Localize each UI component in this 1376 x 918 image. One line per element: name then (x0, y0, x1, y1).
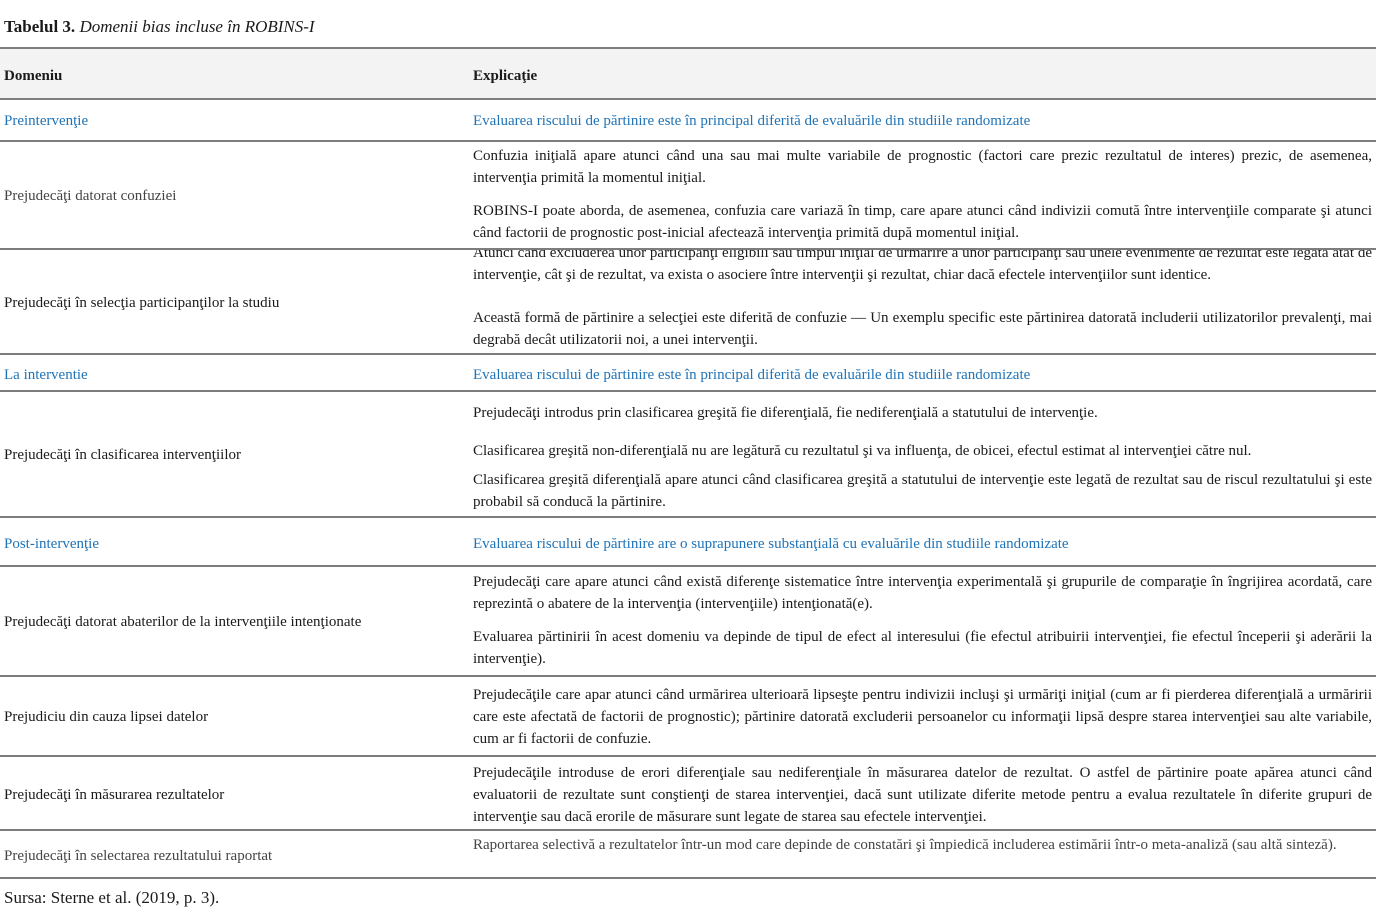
caption-label: Tabelul 3. (4, 17, 76, 36)
section-row-explanation: Evaluarea riscului de părtinire este în … (473, 367, 1031, 383)
caption-title: Domenii bias incluse în ROBINS-I (79, 17, 315, 36)
explanation-paragraph: Prejudecăţile introduse de erori diferen… (473, 765, 1372, 825)
section-row-label: Preintervenţie (4, 113, 89, 129)
explanation-paragraph: Confuzia iniţială apare atunci când una … (473, 148, 1372, 186)
row-divider (0, 516, 1376, 518)
row-divider (0, 390, 1376, 392)
domain-cell: Prejudecăţi în selectarea rezultatului r… (4, 848, 273, 864)
domain-cell: Prejudecăţi în clasificarea intervenţiil… (4, 447, 241, 463)
table-bottom-rule (0, 877, 1376, 879)
row-divider (0, 675, 1376, 677)
explanation-paragraph: Această formă de părtinire a selecţiei e… (473, 310, 1372, 348)
row-divider (0, 140, 1376, 142)
explanation-paragraph: Clasificarea greşită non-diferenţială nu… (473, 443, 1252, 459)
domain-cell: Prejudecăţi în măsurarea rezultatelor (4, 787, 225, 803)
explanation-paragraph: Prejudecăţi introdus prin clasificarea g… (473, 405, 1098, 421)
row-divider (0, 353, 1376, 355)
domain-cell: Prejudecăţi în selecţia participanţilor … (4, 295, 280, 311)
section-row-label: La interventie (4, 367, 88, 383)
explanation-paragraph: Clasificarea greşită diferenţială apare … (473, 472, 1372, 510)
explanation-paragraph: Evaluarea părtinirii în acest domeniu va… (473, 629, 1372, 667)
explanation-clipped-cell: Atunci când excluderea unor participanţi… (473, 250, 1372, 298)
explanation-paragraph: Prejudecăţile care apar atunci când urmă… (473, 687, 1372, 747)
section-row-label: Post-intervenţie (4, 536, 99, 552)
section-row-explanation: Evaluarea riscului de părtinire are o su… (473, 536, 1069, 552)
explanation-paragraph: Atunci când excluderea unor participanţi… (473, 250, 1372, 283)
domain-cell: Prejudecăţi datorat confuziei (4, 188, 177, 204)
row-divider (0, 565, 1376, 567)
column-header-domain: Domeniu (4, 68, 63, 84)
table-caption: Tabelul 3. Domenii bias incluse în ROBIN… (4, 16, 315, 38)
domain-cell: Prejudecăţi datorat abaterilor de la int… (4, 614, 362, 630)
header-bottom-rule (0, 98, 1376, 100)
row-divider (0, 755, 1376, 757)
explanation-paragraph: ROBINS-I poate aborda, de asemenea, conf… (473, 203, 1372, 241)
source-note: Sursa: Sterne et al. (2019, p. 3). (4, 888, 220, 907)
row-divider (0, 829, 1376, 831)
explanation-paragraph: Prejudecăţi care apare atunci când exist… (473, 574, 1372, 612)
table-header-background (0, 49, 1376, 98)
domain-cell: Prejudiciu din cauza lipsei datelor (4, 709, 209, 725)
section-row-explanation: Evaluarea riscului de părtinire este în … (473, 113, 1031, 129)
column-header-explanation: Explicaţie (473, 68, 538, 84)
explanation-paragraph: Raportarea selectivă a rezultatelor într… (473, 837, 1337, 853)
